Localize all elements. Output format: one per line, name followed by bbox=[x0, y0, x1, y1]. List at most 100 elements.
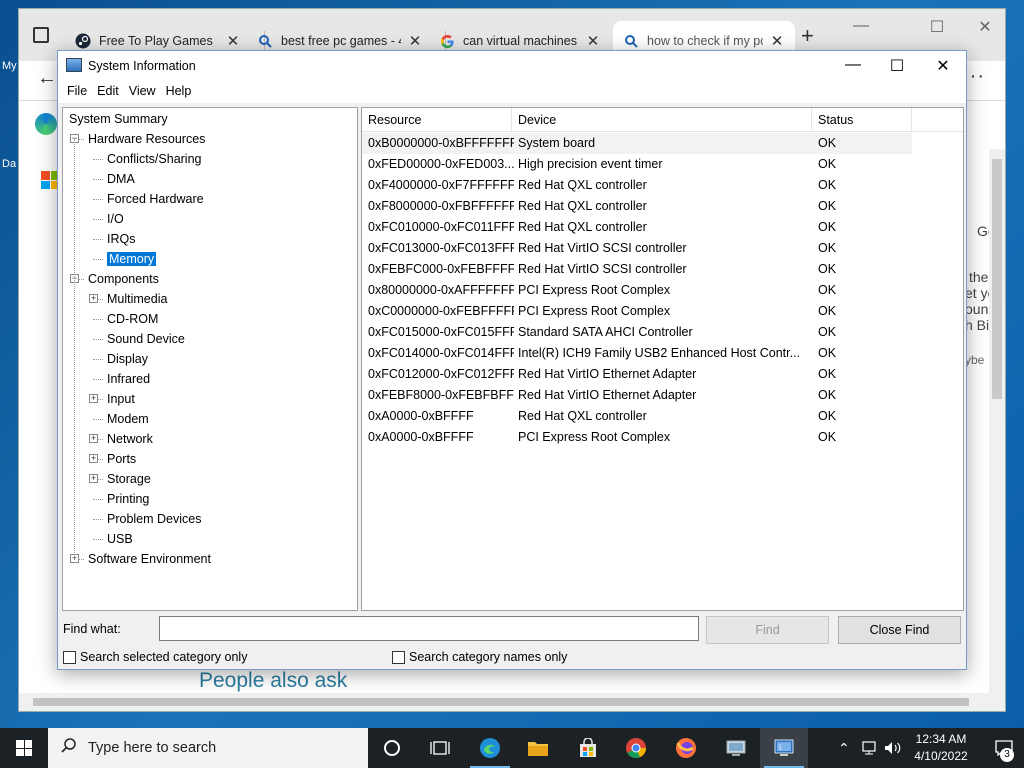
category-tree[interactable]: System Summary − Hardware Resources Conflic… bbox=[62, 107, 358, 611]
cell-status: OK bbox=[818, 136, 837, 150]
expand-icon[interactable]: + bbox=[89, 434, 98, 443]
table-row[interactable]: 0xB0000000-0xBFFFFFFF System board OK bbox=[362, 133, 912, 154]
close-tab-icon[interactable]: ✕ bbox=[769, 32, 785, 50]
tree-item-modem[interactable]: Modem bbox=[107, 409, 149, 429]
store-icon[interactable] bbox=[564, 728, 612, 768]
tree-item-ports[interactable]: Ports bbox=[107, 449, 136, 469]
tree-item-components[interactable]: Components bbox=[88, 269, 159, 289]
tree-item-forced-hardware[interactable]: Forced Hardware bbox=[107, 189, 204, 209]
tree-item-i-o[interactable]: I/O bbox=[107, 209, 124, 229]
resource-list[interactable]: Resource Device Status 0xB0000000-0xBFFF… bbox=[361, 107, 964, 611]
expand-icon[interactable]: + bbox=[89, 294, 98, 303]
edge-icon[interactable] bbox=[466, 728, 514, 768]
table-row[interactable]: 0xFC012000-0xFC012FFF Red Hat VirtIO Ethe… bbox=[362, 364, 912, 385]
expand-icon[interactable]: + bbox=[89, 454, 98, 463]
tree-item-usb[interactable]: USB bbox=[107, 529, 133, 549]
tree-item-system-summary[interactable]: System Summary bbox=[69, 109, 168, 129]
system-information-taskbar-icon[interactable]: i bbox=[760, 728, 808, 768]
page-vertical-scrollbar[interactable] bbox=[989, 149, 1005, 694]
close-icon[interactable]: ✕ bbox=[965, 17, 1005, 37]
table-row[interactable]: 0xFC015000-0xFC015FFF Standard SATA AHCI … bbox=[362, 322, 912, 343]
find-button[interactable]: Find bbox=[706, 616, 829, 644]
tree-item-problem-devices[interactable]: Problem Devices bbox=[107, 509, 201, 529]
tree-item-input[interactable]: Input bbox=[107, 389, 135, 409]
search-category-names-checkbox[interactable]: Search category names only bbox=[392, 650, 567, 664]
tree-item-cd-rom[interactable]: CD-ROM bbox=[107, 309, 158, 329]
maximize-icon[interactable]: ☐ bbox=[874, 56, 920, 76]
menu-view[interactable]: View bbox=[124, 81, 161, 103]
tree-item-printing[interactable]: Printing bbox=[107, 489, 149, 509]
volume-icon[interactable] bbox=[884, 728, 902, 768]
scrollbar-thumb[interactable] bbox=[992, 159, 1002, 399]
expand-icon[interactable]: + bbox=[89, 474, 98, 483]
close-find-button[interactable]: Close Find bbox=[838, 616, 961, 644]
table-row[interactable]: 0xFEBFC000-0xFEBFFFFF Red Hat VirtIO SCSI… bbox=[362, 259, 912, 280]
table-row[interactable]: 0xFC014000-0xFC014FFF Intel(R) ICH9 Famil… bbox=[362, 343, 912, 364]
task-view-icon[interactable] bbox=[416, 728, 464, 768]
network-icon[interactable] bbox=[862, 728, 878, 768]
close-tab-icon[interactable]: ✕ bbox=[407, 32, 423, 50]
file-explorer-icon[interactable] bbox=[514, 728, 562, 768]
back-arrow-icon[interactable]: ← bbox=[37, 67, 57, 90]
table-row[interactable]: 0xA0000-0xBFFFF Red Hat QXL controller OK bbox=[362, 406, 912, 427]
table-row[interactable]: 0xFED00000-0xFED003... High precision eve… bbox=[362, 154, 912, 175]
desktop-icon-label[interactable]: Da bbox=[2, 158, 16, 170]
column-header-resource[interactable]: Resource bbox=[362, 108, 512, 132]
tree-item-irqs[interactable]: IRQs bbox=[107, 229, 135, 249]
menu-file[interactable]: File bbox=[62, 81, 92, 103]
table-row[interactable]: 0x80000000-0xAFFFFFFF PCI Express Root Co… bbox=[362, 280, 912, 301]
find-what-input[interactable] bbox=[159, 616, 699, 641]
table-row[interactable]: 0xFC013000-0xFC013FFF Red Hat VirtIO SCSI… bbox=[362, 238, 912, 259]
new-tab-button[interactable]: + bbox=[801, 25, 814, 47]
cell-resource: 0xFC010000-0xFC011FFF bbox=[368, 220, 514, 234]
checkbox-box[interactable] bbox=[392, 650, 405, 664]
title-bar[interactable]: System Information — ☐ ✕ bbox=[58, 51, 966, 81]
show-hidden-icons[interactable]: ⌃ bbox=[838, 728, 850, 768]
tree-item-hardware-resources[interactable]: Hardware Resources bbox=[88, 129, 205, 149]
cell-status: OK bbox=[818, 283, 837, 297]
tree-item-infrared[interactable]: Infrared bbox=[107, 369, 150, 389]
device-manager-icon[interactable] bbox=[712, 728, 760, 768]
minimize-icon[interactable]: — bbox=[841, 17, 881, 35]
tree-item-storage[interactable]: Storage bbox=[107, 469, 151, 489]
close-icon[interactable]: ✕ bbox=[920, 56, 966, 76]
firefox-icon[interactable] bbox=[662, 728, 710, 768]
scrollbar-thumb[interactable] bbox=[33, 698, 969, 706]
page-horizontal-scrollbar[interactable] bbox=[19, 693, 1005, 711]
tree-item-multimedia[interactable]: Multimedia bbox=[107, 289, 167, 309]
start-button[interactable] bbox=[0, 728, 48, 768]
table-row[interactable]: 0xC0000000-0xFEBFFFFF PCI Express Root Co… bbox=[362, 301, 912, 322]
table-row[interactable]: 0xF8000000-0xFBFFFFFF Red Hat QXL control… bbox=[362, 196, 912, 217]
maximize-icon[interactable]: ☐ bbox=[917, 17, 957, 37]
tree-item-sound-device[interactable]: Sound Device bbox=[107, 329, 185, 349]
tree-item-dma[interactable]: DMA bbox=[107, 169, 135, 189]
chrome-icon[interactable] bbox=[612, 728, 660, 768]
tree-item-memory[interactable]: Memory bbox=[107, 249, 157, 269]
desktop-icon-label[interactable]: My bbox=[2, 60, 17, 72]
table-row[interactable]: 0xF4000000-0xF7FFFFFF Red Hat QXL control… bbox=[362, 175, 912, 196]
taskbar-search-box[interactable]: Type here to search bbox=[48, 728, 368, 768]
checkbox-box[interactable] bbox=[63, 650, 76, 664]
expand-icon[interactable]: + bbox=[89, 394, 98, 403]
menu-edit[interactable]: Edit bbox=[92, 81, 124, 103]
close-tab-icon[interactable]: ✕ bbox=[225, 32, 241, 50]
tree-item-conflicts-sharing[interactable]: Conflicts/Sharing bbox=[107, 149, 202, 169]
table-row[interactable]: 0xFEBF8000-0xFEBFBFFF Red Hat VirtIO Ethe… bbox=[362, 385, 912, 406]
close-tab-icon[interactable]: ✕ bbox=[585, 32, 601, 50]
tree-item-network[interactable]: Network bbox=[107, 429, 153, 449]
tree-item-software-environment[interactable]: Software Environment bbox=[88, 549, 211, 569]
tree-connector bbox=[93, 219, 103, 220]
table-row[interactable]: 0xFC010000-0xFC011FFF Red Hat QXL control… bbox=[362, 217, 912, 238]
action-center-icon[interactable]: 3 bbox=[984, 728, 1024, 768]
cortana-icon[interactable] bbox=[368, 728, 416, 768]
column-header-status[interactable]: Status bbox=[812, 108, 912, 132]
edge-logo-icon[interactable] bbox=[35, 113, 57, 135]
table-row[interactable]: 0xA0000-0xBFFFF PCI Express Root Complex O… bbox=[362, 427, 912, 448]
menu-help[interactable]: Help bbox=[161, 81, 197, 103]
tab-actions-icon[interactable] bbox=[33, 27, 49, 43]
tree-item-display[interactable]: Display bbox=[107, 349, 148, 369]
minimize-icon[interactable]: — bbox=[830, 56, 876, 74]
clock[interactable]: 12:34 AM 4/10/2022 bbox=[906, 731, 976, 765]
search-selected-category-checkbox[interactable]: Search selected category only bbox=[63, 650, 247, 664]
column-header-device[interactable]: Device bbox=[512, 108, 812, 132]
